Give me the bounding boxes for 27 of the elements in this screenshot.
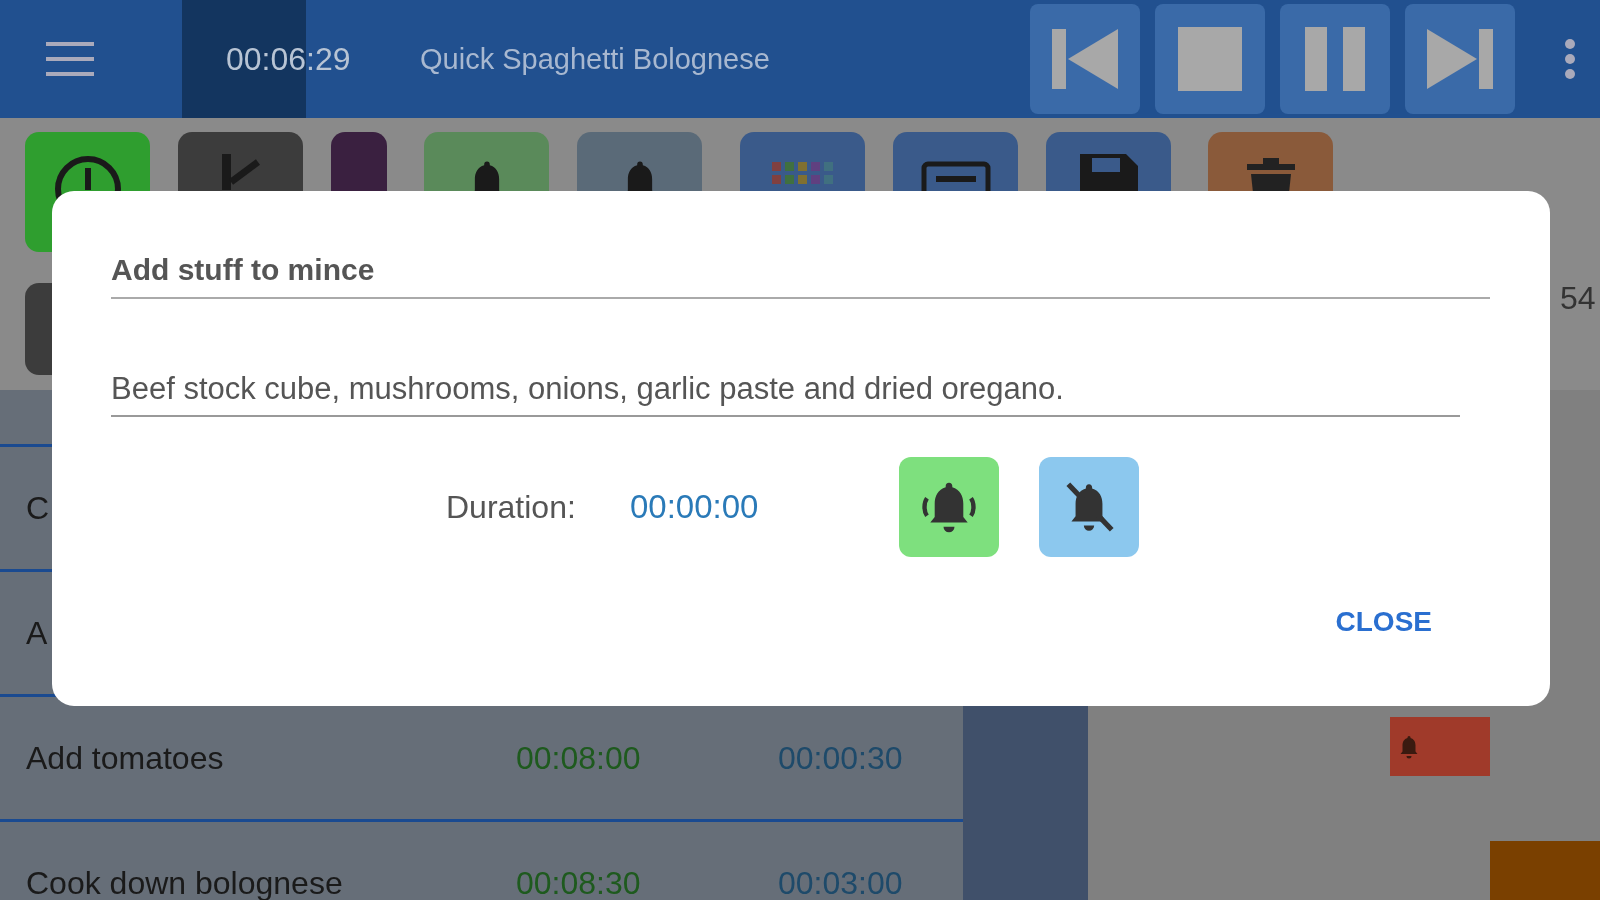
pause-button[interactable] xyxy=(1280,4,1390,114)
step-name: Cook down bolognese xyxy=(26,864,343,900)
stop-icon xyxy=(1178,27,1242,91)
step-title-field[interactable]: Add stuff to mince xyxy=(111,253,1490,299)
duration-value[interactable]: 00:00:00 xyxy=(630,488,899,526)
alarm-on-button[interactable] xyxy=(899,457,999,557)
next-button[interactable] xyxy=(1405,4,1515,114)
previous-button[interactable] xyxy=(1030,4,1140,114)
count-label: 54 xyxy=(1560,280,1596,317)
step-start-time: 00:08:30 xyxy=(516,864,642,900)
close-button[interactable]: CLOSE xyxy=(1327,602,1440,642)
alarm-off-button[interactable] xyxy=(1039,457,1139,557)
stop-button[interactable] xyxy=(1155,4,1265,114)
recipe-title: Quick Spaghetti Bolognese xyxy=(420,42,771,76)
step-name: A xyxy=(26,614,48,652)
step-start-time: 00:08:00 xyxy=(516,739,642,777)
menu-icon xyxy=(46,42,94,76)
elapsed-time: 00:06:29 xyxy=(226,40,351,78)
step-duration: 00:00:30 xyxy=(778,739,904,777)
step-name: C xyxy=(26,489,50,527)
step-duration: 00:03:00 xyxy=(778,864,904,900)
step-description-field[interactable]: Beef stock cube, mushrooms, onions, garlic paste and dried oregano. xyxy=(111,371,1460,417)
pause-icon xyxy=(1303,27,1367,91)
more-icon xyxy=(1564,38,1576,80)
duration-label: Duration: xyxy=(446,488,577,526)
step-icon xyxy=(221,154,260,190)
step-name: Add tomatoes xyxy=(26,739,224,777)
